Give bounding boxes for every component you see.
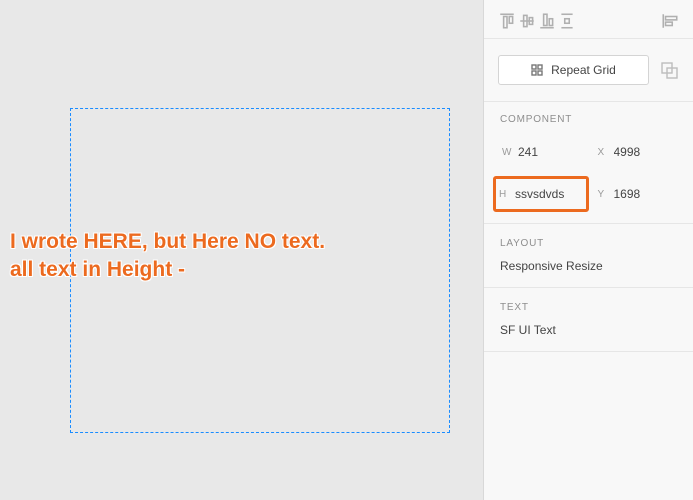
alignment-toolbar (484, 0, 693, 39)
layout-header: LAYOUT (500, 238, 677, 249)
distribute-v-icon[interactable] (558, 12, 576, 28)
height-input[interactable] (513, 183, 585, 205)
align-left-icon[interactable] (661, 12, 679, 28)
repeat-grid-row: Repeat Grid (484, 39, 693, 102)
height-label: H (499, 189, 513, 200)
x-label: X (598, 147, 612, 158)
width-label: W (502, 147, 516, 158)
width-input[interactable] (516, 141, 582, 163)
height-field[interactable]: H (493, 176, 589, 212)
grid-icon (531, 64, 543, 76)
transform-section: W X H Y (484, 131, 693, 224)
y-label: Y (598, 189, 612, 200)
repeat-grid-label: Repeat Grid (551, 63, 616, 77)
align-bottom-icon[interactable] (538, 12, 556, 28)
repeat-grid-button[interactable]: Repeat Grid (498, 55, 649, 85)
align-vcenter-icon[interactable] (518, 12, 536, 28)
boolean-ops-icon[interactable] (659, 60, 679, 80)
font-family-row[interactable]: SF UI Text (500, 323, 677, 337)
text-section: TEXT SF UI Text (484, 288, 693, 352)
layout-section: LAYOUT Responsive Resize (484, 224, 693, 288)
design-canvas[interactable]: I wrote HERE, but Here NO text. all text… (0, 0, 483, 500)
y-input[interactable] (612, 183, 678, 205)
x-input[interactable] (612, 141, 678, 163)
inspector-panel: Repeat Grid COMPONENT W X H Y LAYOUT Res… (483, 0, 693, 500)
x-field[interactable]: X (592, 137, 682, 167)
width-field[interactable]: W (496, 137, 586, 167)
component-section-header: COMPONENT (484, 102, 693, 131)
text-header: TEXT (500, 302, 677, 313)
responsive-resize-row[interactable]: Responsive Resize (500, 259, 677, 273)
selection-outline[interactable] (70, 108, 450, 433)
y-field[interactable]: Y (592, 179, 682, 209)
align-top-icon[interactable] (498, 12, 516, 28)
